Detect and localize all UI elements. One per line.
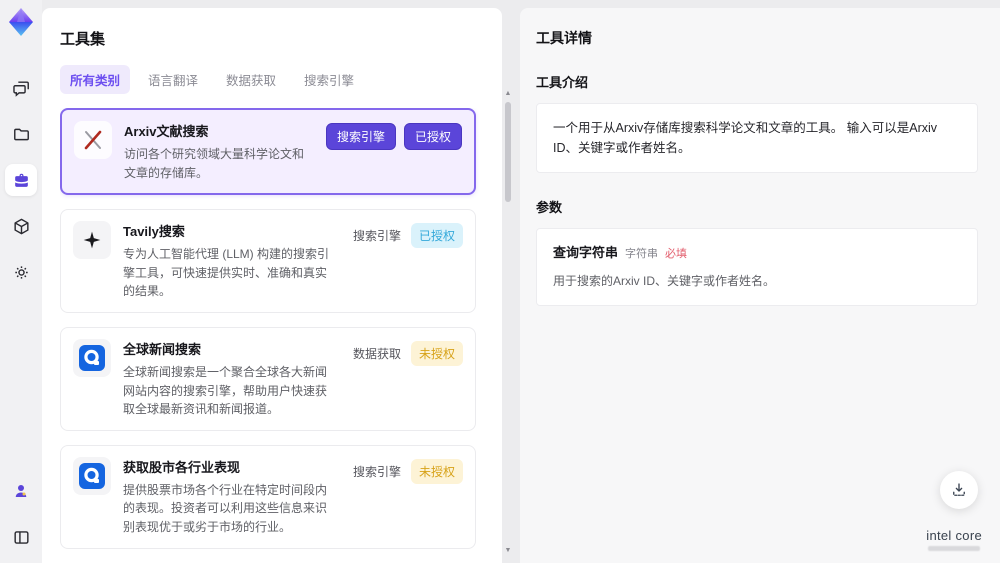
tool-name: Arxiv文献搜索 xyxy=(124,124,209,139)
detail-title: 工具详情 xyxy=(536,30,592,46)
sidebar-item-models[interactable] xyxy=(5,210,37,242)
panel-toggle-icon xyxy=(13,530,29,544)
category-label: 搜索引擎 xyxy=(352,464,401,479)
tool-description: 访问各个研究领域大量科学论文和文章的存储库。 xyxy=(124,147,305,180)
news-app-icon xyxy=(73,456,111,495)
tab-search-engine[interactable]: 搜索引擎 xyxy=(294,65,364,94)
tool-card-tavily[interactable]: Tavily搜索 专为人工智能代理 (LLM) 构建的搜索引擎工具，可快速提供实… xyxy=(60,209,476,313)
tool-detail-panel: 工具详情 工具介绍 一个用于从Arxiv存储库搜索科学论文和文章的工具。 输入可… xyxy=(520,8,1000,563)
news-app-icon xyxy=(73,338,111,377)
intro-heading: 工具介绍 xyxy=(536,75,589,90)
download-icon xyxy=(953,483,965,496)
category-label: 搜索引擎 xyxy=(352,229,401,244)
sidebar-item-collapse[interactable] xyxy=(5,521,37,553)
main-content: 工具集 所有类别 语言翻译 数据获取 搜索引擎 Arxiv文献搜索 访问各个研究… xyxy=(42,0,1000,563)
tool-description: 提供股票市场各个行业在特定时间段内的表现。投资者可以利用这些信息来识别表现优于或… xyxy=(123,482,328,534)
category-label: 数据获取 xyxy=(352,346,401,361)
tool-description: 专为人工智能代理 (LLM) 构建的搜索引擎工具，可快速提供实时、准确和真实的结… xyxy=(123,247,330,299)
cube-icon xyxy=(13,218,29,234)
scrollbar-thumb[interactable] xyxy=(505,102,511,202)
tool-description: 全球新闻搜索是一个聚合全球各大新闻网站内容的搜索引擎，帮助用户快速获取全球最新资… xyxy=(123,364,328,417)
toolbox-icon xyxy=(14,173,28,187)
param-type: 字符串 xyxy=(625,248,659,260)
intel-core-logo: intel core xyxy=(926,528,982,551)
folder-icon xyxy=(13,128,29,140)
sidebar-item-user[interactable] xyxy=(5,475,37,507)
param-description: 用于搜索的Arxiv ID、关键字或作者姓名。 xyxy=(553,273,776,288)
tool-card-global-news[interactable]: 全球新闻搜索 全球新闻搜索是一个聚合全球各大新闻网站内容的搜索引擎，帮助用户快速… xyxy=(60,326,476,431)
intro-card: 一个用于从Arxiv存储库搜索科学论文和文章的工具。 输入可以是Arxiv ID… xyxy=(536,103,978,173)
download-button[interactable] xyxy=(940,471,978,509)
intel-core-text: intel core xyxy=(926,528,982,543)
status-badge: 已授权 xyxy=(403,123,462,150)
params-heading: 参数 xyxy=(536,200,563,215)
intel-core-subline xyxy=(928,546,981,551)
arxiv-icon xyxy=(74,121,112,159)
app-window: 工具集 所有类别 语言翻译 数据获取 搜索引擎 Arxiv文献搜索 访问各个研究… xyxy=(0,0,1000,563)
category-badge: 搜索引擎 xyxy=(325,123,396,150)
status-badge: 未授权 xyxy=(410,458,463,484)
toolset-panel: 工具集 所有类别 语言翻译 数据获取 搜索引擎 Arxiv文献搜索 访问各个研究… xyxy=(42,8,502,563)
user-avatar-icon xyxy=(15,485,27,497)
status-badge: 未授权 xyxy=(410,340,463,366)
sidebar-rail xyxy=(0,0,42,563)
sidebar-item-toolset[interactable] xyxy=(5,164,37,196)
tool-card-sector-performance[interactable]: 获取股市各行业表现 提供股票市场各个行业在特定时间段内的表现。投资者可以利用这些… xyxy=(60,444,476,549)
app-logo-icon xyxy=(9,8,33,36)
scroll-up-icon[interactable]: ▲ xyxy=(505,90,512,98)
param-name: 查询字符串 xyxy=(553,245,619,260)
tab-data-fetch[interactable]: 数据获取 xyxy=(216,65,286,94)
tavily-star-icon xyxy=(73,221,111,260)
page-title: 工具集 xyxy=(60,31,106,48)
tool-card-arxiv[interactable]: Arxiv文献搜索 访问各个研究领域大量科学论文和文章的存储库。 搜索引擎 已授… xyxy=(60,108,476,196)
tool-name: 获取股市各行业表现 xyxy=(123,459,241,475)
tab-language-translation[interactable]: 语言翻译 xyxy=(138,65,208,94)
tab-all-categories[interactable]: 所有类别 xyxy=(60,65,131,94)
gear-icon xyxy=(14,265,28,279)
list-scrollbar[interactable]: ▲ ▼ xyxy=(502,90,514,555)
sidebar-item-files[interactable] xyxy=(5,118,37,150)
tool-name: Tavily搜索 xyxy=(123,224,185,240)
chat-icon xyxy=(12,80,29,97)
tool-list: Arxiv文献搜索 访问各个研究领域大量科学论文和文章的存储库。 搜索引擎 已授… xyxy=(60,108,492,563)
scroll-down-icon[interactable]: ▼ xyxy=(505,547,512,555)
sidebar-item-chat[interactable] xyxy=(5,72,37,104)
param-required-flag: 必填 xyxy=(665,248,688,260)
status-badge: 已授权 xyxy=(410,223,463,249)
sidebar-item-settings[interactable] xyxy=(5,256,37,288)
tool-name: 全球新闻搜索 xyxy=(123,341,202,357)
param-card: 查询字符串 字符串 必填 用于搜索的Arxiv ID、关键字或作者姓名。 xyxy=(536,228,978,306)
intro-text: 一个用于从Arxiv存储库搜索科学论文和文章的工具。 输入可以是Arxiv ID… xyxy=(553,121,938,155)
category-tabs: 所有类别 语言翻译 数据获取 搜索引擎 xyxy=(60,65,492,94)
